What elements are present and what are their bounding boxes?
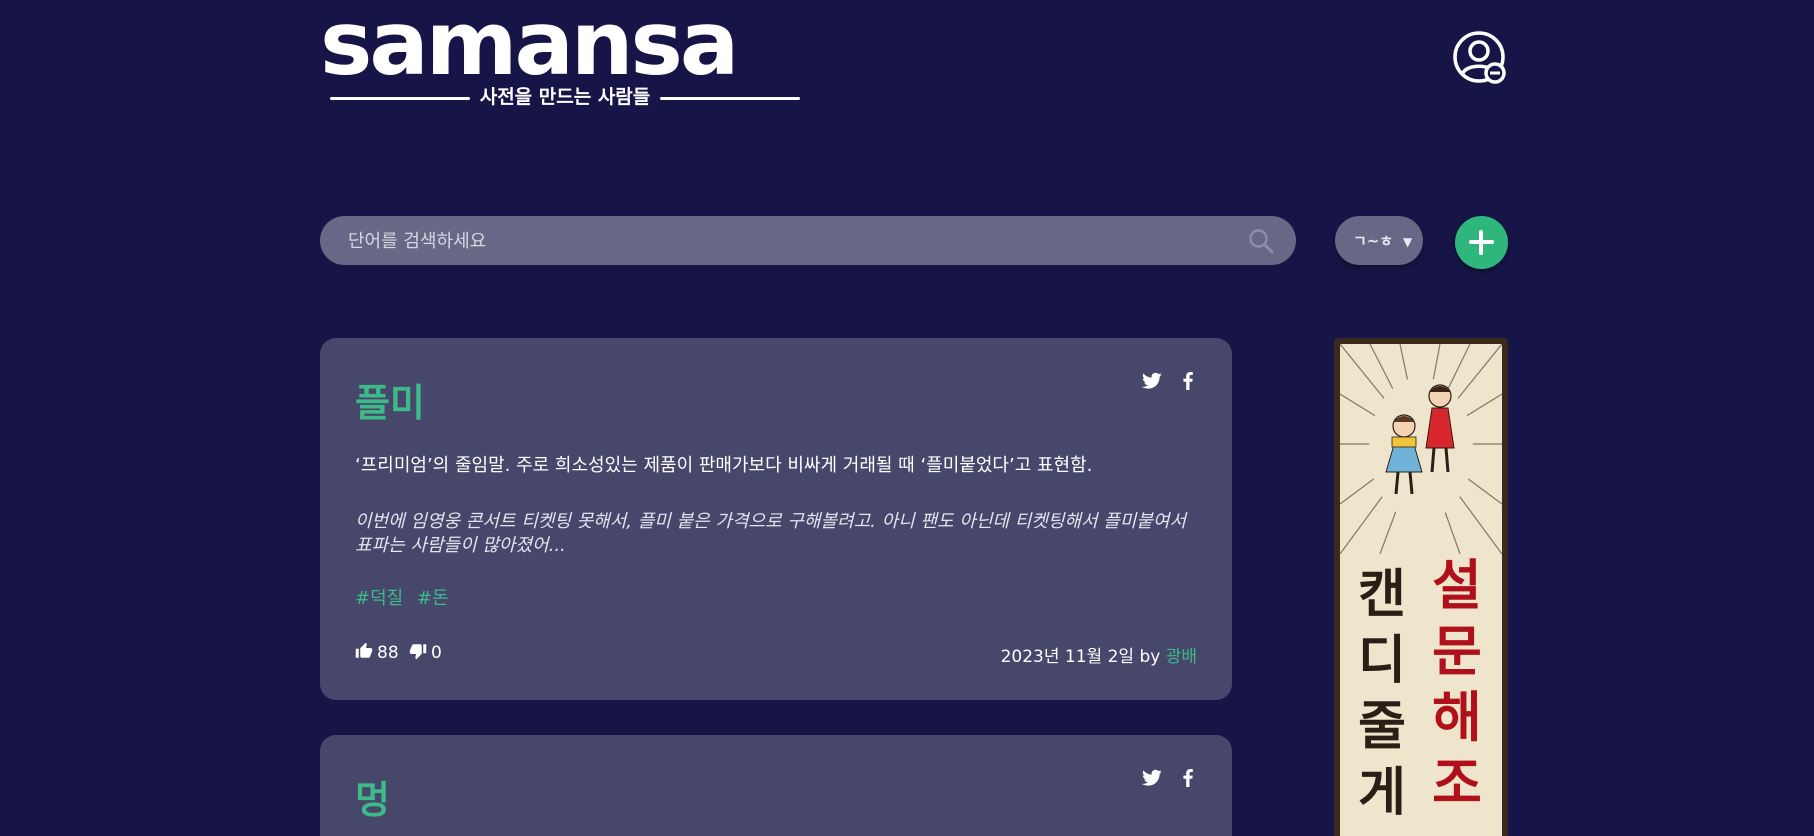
- share-facebook-button[interactable]: [1182, 372, 1194, 390]
- author-link[interactable]: 광배: [1166, 647, 1197, 667]
- thumbs-up-icon: [355, 642, 373, 658]
- search-button[interactable]: [1248, 228, 1274, 254]
- word-title[interactable]: 플미: [355, 372, 425, 427]
- tag-link[interactable]: #덕질: [355, 588, 403, 609]
- entry-date: 2023년 11월 2일: [1000, 647, 1135, 667]
- sort-dropdown[interactable]: ㄱ~ㅎ ▼: [1335, 216, 1423, 265]
- ad-banner[interactable]: 캔디줄게 설문해조: [1334, 338, 1508, 836]
- chevron-down-icon: ▼: [1403, 235, 1413, 249]
- ad-banner-image: 캔디줄게 설문해조: [1340, 344, 1502, 836]
- add-word-button[interactable]: [1455, 216, 1508, 269]
- page: samansa 사전을 만드는 사람들 ㄱ~ㅎ ▼: [0, 0, 1814, 836]
- tag-list: #덕질 #돈: [355, 584, 457, 610]
- share-facebook-button[interactable]: [1182, 769, 1194, 787]
- twitter-icon: [1142, 372, 1162, 389]
- twitter-icon: [1142, 769, 1162, 786]
- entry-meta: 2023년 11월 2일 by 광배: [1001, 642, 1197, 667]
- thumbs-down-icon: [409, 644, 427, 660]
- logo-subtitle: 사전을 만드는 사람들: [479, 86, 651, 108]
- share-twitter-button[interactable]: [1142, 769, 1162, 787]
- search-icon: [1249, 229, 1274, 254]
- word-example: 이번에 임영웅 콘서트 티켓팅 못해서, 플미 붙은 가격으로 구해볼려고. 아…: [355, 511, 1187, 556]
- word-card: 멍: [320, 735, 1232, 836]
- ad-text-candy: 캔디줄게: [1358, 564, 1406, 823]
- search-input[interactable]: [346, 216, 1230, 267]
- sort-label: ㄱ~ㅎ: [1353, 232, 1394, 250]
- user-minus-icon: [1453, 31, 1506, 84]
- word-card: 플미 ‘프리미엄’의 줄임말. 주로 희소성있는 제품이 판매가보다 비싸게 거…: [320, 338, 1232, 700]
- facebook-icon: [1183, 372, 1193, 390]
- like-count: 88: [377, 643, 399, 663]
- ad-text-survey: 설문해조: [1432, 553, 1482, 815]
- search-bar: [320, 216, 1296, 267]
- logo[interactable]: samansa 사전을 만드는 사람들: [320, 0, 800, 108]
- logo-subtitle-row: 사전을 만드는 사람들: [330, 78, 1115, 118]
- tag-link[interactable]: #돈: [417, 588, 449, 609]
- plus-icon-vertical: [1479, 230, 1483, 255]
- entry-by: by: [1139, 647, 1161, 667]
- logo-divider-left: [330, 97, 470, 100]
- ad-illustration: [1340, 344, 1502, 554]
- share-twitter-button[interactable]: [1142, 372, 1162, 390]
- profile-button[interactable]: [1452, 30, 1510, 88]
- logo-divider-right: [660, 97, 800, 100]
- dislike-count: 0: [431, 643, 442, 663]
- word-definition: ‘프리미엄’의 줄임말. 주로 희소성있는 제품이 판매가보다 비싸게 거래될 …: [355, 455, 1093, 476]
- word-title[interactable]: 멍: [355, 769, 390, 824]
- facebook-icon: [1183, 769, 1193, 787]
